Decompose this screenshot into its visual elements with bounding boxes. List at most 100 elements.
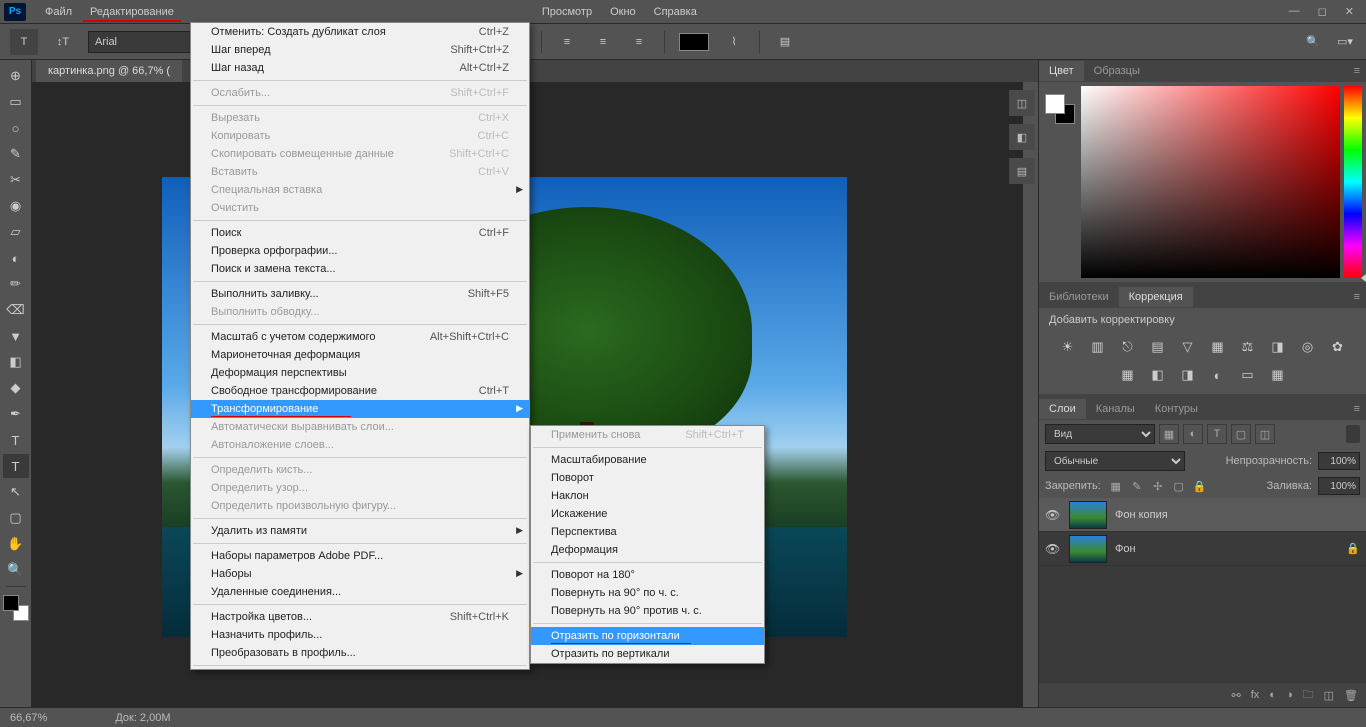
- tool-brush[interactable]: ◐: [3, 246, 29, 270]
- menu-entry[interactable]: Марионеточная деформация: [191, 346, 529, 364]
- menu-entry[interactable]: Поворот на 180°: [531, 566, 764, 584]
- layer-row[interactable]: 👁 Фон копия: [1039, 498, 1366, 532]
- menu-entry[interactable]: Поиск и замена текста...: [191, 260, 529, 278]
- tool-quickselect[interactable]: ✎: [3, 142, 29, 166]
- menu-entry[interactable]: Деформация перспективы: [191, 364, 529, 382]
- color-field[interactable]: [1081, 86, 1340, 278]
- align-right-icon[interactable]: ≡: [628, 31, 650, 53]
- menu-help[interactable]: Справка: [645, 3, 706, 21]
- filter-shape-icon[interactable]: ▢: [1231, 424, 1251, 444]
- tab-adjustments[interactable]: Коррекция: [1119, 287, 1193, 307]
- menu-entry[interactable]: Преобразовать в профиль...: [191, 644, 529, 662]
- menu-entry[interactable]: Деформация: [531, 541, 764, 559]
- menu-entry[interactable]: Масштабирование: [531, 451, 764, 469]
- adj-levels-icon[interactable]: ▥: [1086, 336, 1110, 358]
- fill-input[interactable]: [1318, 477, 1360, 495]
- tool-dodge[interactable]: ✒: [3, 402, 29, 426]
- search-icon[interactable]: 🔍: [1302, 31, 1324, 53]
- hue-slider[interactable]: [1344, 86, 1362, 278]
- menu-entry[interactable]: Перспектива: [531, 523, 764, 541]
- blend-mode-select[interactable]: Обычные: [1045, 451, 1185, 471]
- lock-pixels-icon[interactable]: ✎: [1128, 477, 1146, 495]
- tool-pen[interactable]: T: [3, 428, 29, 452]
- menu-entry[interactable]: Наборы▶: [191, 565, 529, 583]
- menu-edit[interactable]: Редактирование: [81, 3, 183, 21]
- link-layers-icon[interactable]: ⚯: [1232, 689, 1241, 702]
- filter-kind-select[interactable]: Вид: [1045, 424, 1155, 444]
- layer-row[interactable]: 👁 Фон 🔒: [1039, 532, 1366, 566]
- orientation-toggle[interactable]: ↕T: [52, 31, 74, 53]
- tool-crop[interactable]: ✂: [3, 168, 29, 192]
- panel-menu-icon[interactable]: ≡: [1354, 291, 1366, 303]
- minimize-icon[interactable]: —: [1289, 5, 1300, 18]
- menu-entry[interactable]: Отменить: Создать дубликат слояCtrl+Z: [191, 23, 529, 41]
- char-panel-icon[interactable]: ▤: [1009, 158, 1035, 184]
- tool-gradient[interactable]: ◧: [3, 350, 29, 374]
- menu-entry[interactable]: Трансформирование▶: [191, 400, 529, 418]
- lock-transparent-icon[interactable]: ▦: [1107, 477, 1125, 495]
- align-left-icon[interactable]: ≡: [556, 31, 578, 53]
- close-icon[interactable]: ✕: [1345, 5, 1354, 18]
- tool-path[interactable]: ↖: [3, 480, 29, 504]
- tool-lasso[interactable]: ○: [3, 116, 29, 140]
- new-layer-icon[interactable]: ◫: [1324, 689, 1334, 702]
- tool-stamp[interactable]: ✏: [3, 272, 29, 296]
- panel-menu-icon[interactable]: ≡: [1354, 403, 1366, 415]
- menu-entry[interactable]: Удаленные соединения...: [191, 583, 529, 601]
- menu-entry[interactable]: Отразить по горизонтали: [531, 627, 764, 645]
- layer-thumbnail[interactable]: [1069, 535, 1107, 563]
- adj-invert-icon[interactable]: ◧: [1146, 364, 1170, 386]
- adj-colorbal-icon[interactable]: ⚖: [1236, 336, 1260, 358]
- menu-entry[interactable]: Назначить профиль...: [191, 626, 529, 644]
- menu-entry[interactable]: Повернуть на 90° против ч. с.: [531, 602, 764, 620]
- adj-vibrance-icon[interactable]: ▽: [1176, 336, 1200, 358]
- tool-type[interactable]: T: [3, 454, 29, 478]
- char-panel-icon[interactable]: ▤: [774, 31, 796, 53]
- tool-shape[interactable]: ▢: [3, 506, 29, 530]
- menu-entry[interactable]: ПоискCtrl+F: [191, 224, 529, 242]
- picker-swatches[interactable]: [1045, 94, 1075, 124]
- menu-view[interactable]: Просмотр: [533, 3, 601, 21]
- adj-gradmap-icon[interactable]: ▭: [1236, 364, 1260, 386]
- menu-entry[interactable]: Настройка цветов...Shift+Ctrl+K: [191, 608, 529, 626]
- tab-color[interactable]: Цвет: [1039, 61, 1084, 81]
- maximize-icon[interactable]: ◻: [1318, 5, 1327, 18]
- tool-zoom[interactable]: 🔍: [3, 558, 29, 582]
- tool-eraser[interactable]: ▼: [3, 324, 29, 348]
- adj-bw-icon[interactable]: ◨: [1266, 336, 1290, 358]
- filter-pixel-icon[interactable]: ▦: [1159, 424, 1179, 444]
- text-color-swatch[interactable]: [679, 33, 709, 51]
- adj-chanmix-icon[interactable]: ✿: [1326, 336, 1350, 358]
- menu-entry[interactable]: Наборы параметров Adobe PDF...: [191, 547, 529, 565]
- adj-hue-icon[interactable]: ▦: [1206, 336, 1230, 358]
- history-panel-icon[interactable]: ◫: [1009, 90, 1035, 116]
- adj-exposure-icon[interactable]: ▤: [1146, 336, 1170, 358]
- tab-swatches[interactable]: Образцы: [1084, 61, 1150, 81]
- adj-lookup-icon[interactable]: ▦: [1116, 364, 1140, 386]
- tab-libraries[interactable]: Библиотеки: [1039, 287, 1119, 307]
- color-swatches[interactable]: [3, 595, 29, 621]
- menu-entry[interactable]: Шаг назадAlt+Ctrl+Z: [191, 59, 529, 77]
- visibility-icon[interactable]: 👁: [1045, 508, 1061, 522]
- tool-history-brush[interactable]: ⌫: [3, 298, 29, 322]
- tool-hand[interactable]: ✋: [3, 532, 29, 556]
- lock-artboard-icon[interactable]: ▢: [1170, 477, 1188, 495]
- layer-name[interactable]: Фон копия: [1115, 509, 1168, 521]
- group-icon[interactable]: 🗀: [1303, 686, 1314, 705]
- layer-name[interactable]: Фон: [1115, 543, 1136, 555]
- menu-entry[interactable]: Шаг впередShift+Ctrl+Z: [191, 41, 529, 59]
- adj-threshold-icon[interactable]: ◐: [1206, 364, 1230, 386]
- menu-entry[interactable]: Наклон: [531, 487, 764, 505]
- menu-window[interactable]: Окно: [601, 3, 645, 21]
- menu-entry[interactable]: Искажение: [531, 505, 764, 523]
- menu-entry[interactable]: Повернуть на 90° по ч. с.: [531, 584, 764, 602]
- lock-all-icon[interactable]: 🔒: [1191, 477, 1209, 495]
- filter-type-icon[interactable]: T: [1207, 424, 1227, 444]
- adj-photofilter-icon[interactable]: ◎: [1296, 336, 1320, 358]
- tool-healing[interactable]: ▱: [3, 220, 29, 244]
- filter-adj-icon[interactable]: ◐: [1183, 424, 1203, 444]
- mask-icon[interactable]: ◐: [1269, 689, 1276, 701]
- filter-smart-icon[interactable]: ◫: [1255, 424, 1275, 444]
- adj-selcolor-icon[interactable]: ▦: [1266, 364, 1290, 386]
- tab-paths[interactable]: Контуры: [1145, 399, 1208, 419]
